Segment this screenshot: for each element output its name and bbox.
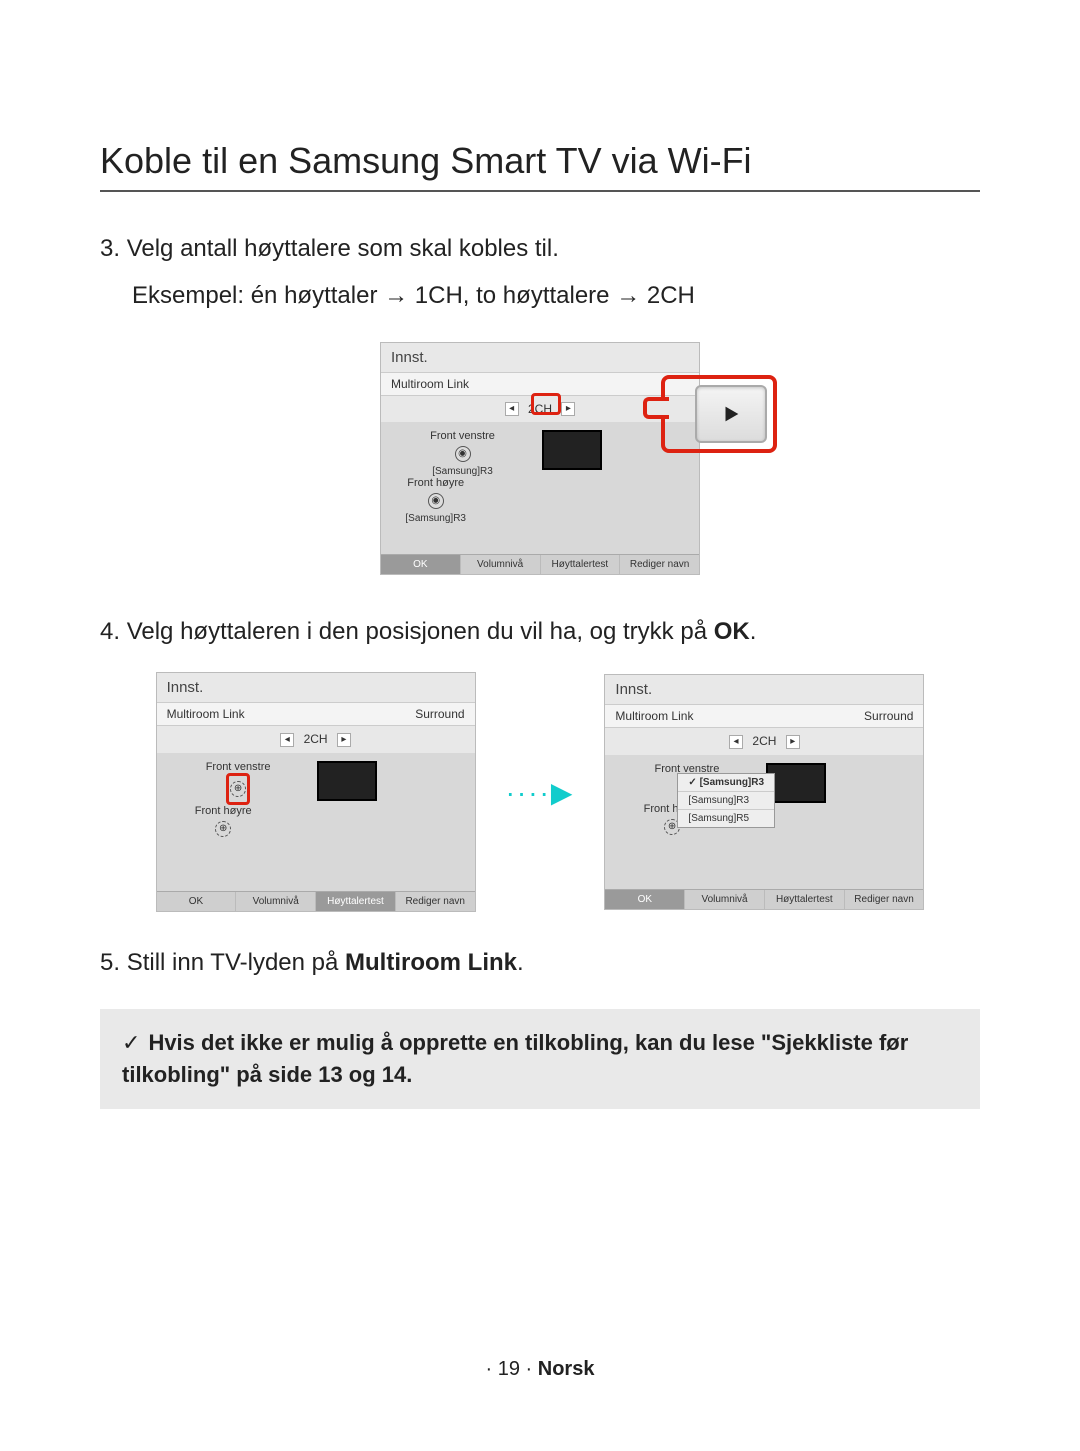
tv-icon	[317, 761, 377, 801]
step-4-num: 4.	[100, 618, 120, 645]
speaker-right-col: Front høyre ◉ [Samsung]R3	[391, 477, 480, 524]
step-4-text-c: .	[750, 618, 757, 645]
footer-test[interactable]: Høyttalertest	[541, 555, 621, 574]
panel-footer: OK Volumnivå Høyttalertest Rediger navn	[381, 554, 699, 574]
speaker-area: Front venstre ⊕ Front høyre ⊕	[157, 753, 475, 891]
step-5: 5. Still inn TV-lyden på Multiroom Link.	[100, 946, 980, 981]
speaker-icon: ◉	[428, 493, 444, 509]
panel-sub-label: Multiroom Link	[391, 377, 469, 391]
step-5-num: 5.	[100, 949, 120, 976]
channel-value: 2CH	[304, 732, 328, 746]
step-4-ok: OK	[714, 618, 750, 645]
footer-vol[interactable]: Volumnivå	[236, 892, 316, 911]
callout-stem	[643, 397, 669, 419]
step-3-example-c: 2CH	[640, 282, 695, 309]
channel-left-icon[interactable]: ◂	[280, 733, 294, 747]
front-left-label: Front venstre	[167, 761, 310, 773]
step-3-num: 3.	[100, 235, 120, 262]
front-right-label: Front høyre	[391, 477, 480, 489]
dropdown-option-selected[interactable]: [Samsung]R3	[678, 774, 774, 792]
speaker-left-col: Front venstre ⊕	[167, 761, 310, 805]
front-left-label: Front venstre	[391, 430, 534, 442]
footer-ok[interactable]: OK	[381, 555, 461, 574]
tv-settings-panel: Innst. Multiroom Link ◂ 2CH ▸ Front vens…	[380, 342, 700, 576]
channel-right-icon[interactable]: ▸	[337, 733, 351, 747]
panel-mode-label: Surround	[864, 709, 913, 723]
step-4-text-a: Velg høyttaleren i den posisjonen du vil…	[127, 618, 714, 645]
panel-title: Innst.	[605, 675, 923, 704]
callout-frame	[661, 375, 777, 453]
panel-title: Innst.	[381, 343, 699, 372]
figure-step4: Innst. Multiroom Link Surround ◂ 2CH ▸ F…	[100, 672, 980, 912]
channel-left-icon[interactable]: ◂	[729, 735, 743, 749]
panel-subtitle: Multiroom Link	[381, 372, 699, 396]
dropdown-option[interactable]: [Samsung]R5	[678, 810, 774, 827]
footer-edit[interactable]: Rediger navn	[845, 890, 924, 909]
tv-icon	[542, 430, 602, 470]
speaker-add-icon[interactable]: ⊕	[215, 821, 231, 837]
play-icon	[720, 403, 742, 425]
panel-subtitle: Multiroom Link Surround	[157, 702, 475, 726]
footer-vol[interactable]: Volumnivå	[461, 555, 541, 574]
channel-value: 2CH	[752, 734, 776, 748]
figure-step3: Innst. Multiroom Link ◂ 2CH ▸ Front vens…	[100, 342, 980, 576]
panel-subtitle: Multiroom Link Surround	[605, 704, 923, 728]
callout	[661, 375, 777, 453]
footer-edit[interactable]: Rediger navn	[396, 892, 475, 911]
speaker-icon: ◉	[455, 446, 471, 462]
play-button[interactable]	[695, 385, 767, 443]
page-language: Norsk	[538, 1358, 595, 1380]
note-box: ✓Hvis det ikke er mulig å opprette en ti…	[100, 1009, 980, 1109]
step-3-example-a: Eksempel: én høyttaler	[132, 282, 384, 309]
page-title: Koble til en Samsung Smart TV via Wi-Fi	[100, 140, 980, 192]
footer-test[interactable]: Høyttalertest	[765, 890, 845, 909]
channel-right-icon[interactable]: ▸	[561, 402, 575, 416]
speaker-a-label: [Samsung]R3	[391, 466, 534, 477]
step-3-example: Eksempel: én høyttaler → 1CH, to høyttal…	[100, 279, 980, 314]
channel-selector: ◂ 2CH ▸	[605, 728, 923, 755]
footer-vol[interactable]: Volumnivå	[685, 890, 765, 909]
footer-ok[interactable]: OK	[157, 892, 237, 911]
speaker-dropdown[interactable]: [Samsung]R3 [Samsung]R3 [Samsung]R5	[677, 773, 775, 828]
channel-selector: ◂ 2CH ▸	[157, 726, 475, 753]
footer-ok[interactable]: OK	[605, 890, 685, 909]
transition-arrow-icon: ····▶	[506, 776, 575, 809]
panel-footer: OK Volumnivå Høyttalertest Rediger navn	[605, 889, 923, 909]
highlight-selection: ⊕	[226, 773, 250, 805]
panel-sub-label: Multiroom Link	[167, 707, 245, 721]
step-3-text: Velg antall høyttalere som skal kobles t…	[127, 235, 559, 262]
arrow-icon: →	[616, 282, 640, 309]
highlight-box	[531, 393, 561, 415]
check-icon: ✓	[122, 1030, 140, 1055]
step-3-example-b: 1CH, to høyttalere	[408, 282, 616, 309]
channel-left-icon[interactable]: ◂	[505, 402, 519, 416]
panel-title: Innst.	[157, 673, 475, 702]
speaker-area: Front venstre ◉ [Samsung]R3 Front høyre …	[381, 422, 699, 554]
step-5-text-c: .	[517, 949, 524, 976]
tv-panel-right: Innst. Multiroom Link Surround ◂ 2CH ▸ F…	[604, 674, 924, 910]
dropdown-option[interactable]: [Samsung]R3	[678, 792, 774, 810]
speaker-left-col: Front venstre ◉ [Samsung]R3	[391, 430, 534, 477]
speaker-add-icon[interactable]: ⊕	[230, 781, 246, 797]
channel-right-icon[interactable]: ▸	[786, 735, 800, 749]
panel-mode-label: Surround	[415, 707, 464, 721]
panel-sub-label: Multiroom Link	[615, 709, 693, 723]
note-text: Hvis det ikke er mulig å opprette en til…	[122, 1030, 908, 1087]
speaker-area: Front venstre Front høyre ⊕ [Samsung]R3 …	[605, 755, 923, 889]
speaker-right-col: Front høyre ⊕	[167, 805, 280, 841]
tv-icon	[766, 763, 826, 803]
footer-test[interactable]: Høyttalertest	[316, 892, 396, 911]
tv-panel-left: Innst. Multiroom Link Surround ◂ 2CH ▸ F…	[156, 672, 476, 912]
step-3: 3. Velg antall høyttalere som skal koble…	[100, 232, 980, 267]
front-right-label: Front høyre	[167, 805, 280, 817]
page-footer: · 19 · Norsk	[0, 1358, 1080, 1381]
step-4: 4. Velg høyttaleren i den posisjonen du …	[100, 615, 980, 650]
step-5-b: Multiroom Link	[345, 949, 517, 976]
speaker-b-label: [Samsung]R3	[391, 513, 480, 524]
step-5-text-a: Still inn TV-lyden på	[127, 949, 345, 976]
page-number: · 19 ·	[486, 1358, 533, 1380]
footer-edit[interactable]: Rediger navn	[620, 555, 699, 574]
panel-footer: OK Volumnivå Høyttalertest Rediger navn	[157, 891, 475, 911]
arrow-icon: →	[384, 282, 408, 309]
